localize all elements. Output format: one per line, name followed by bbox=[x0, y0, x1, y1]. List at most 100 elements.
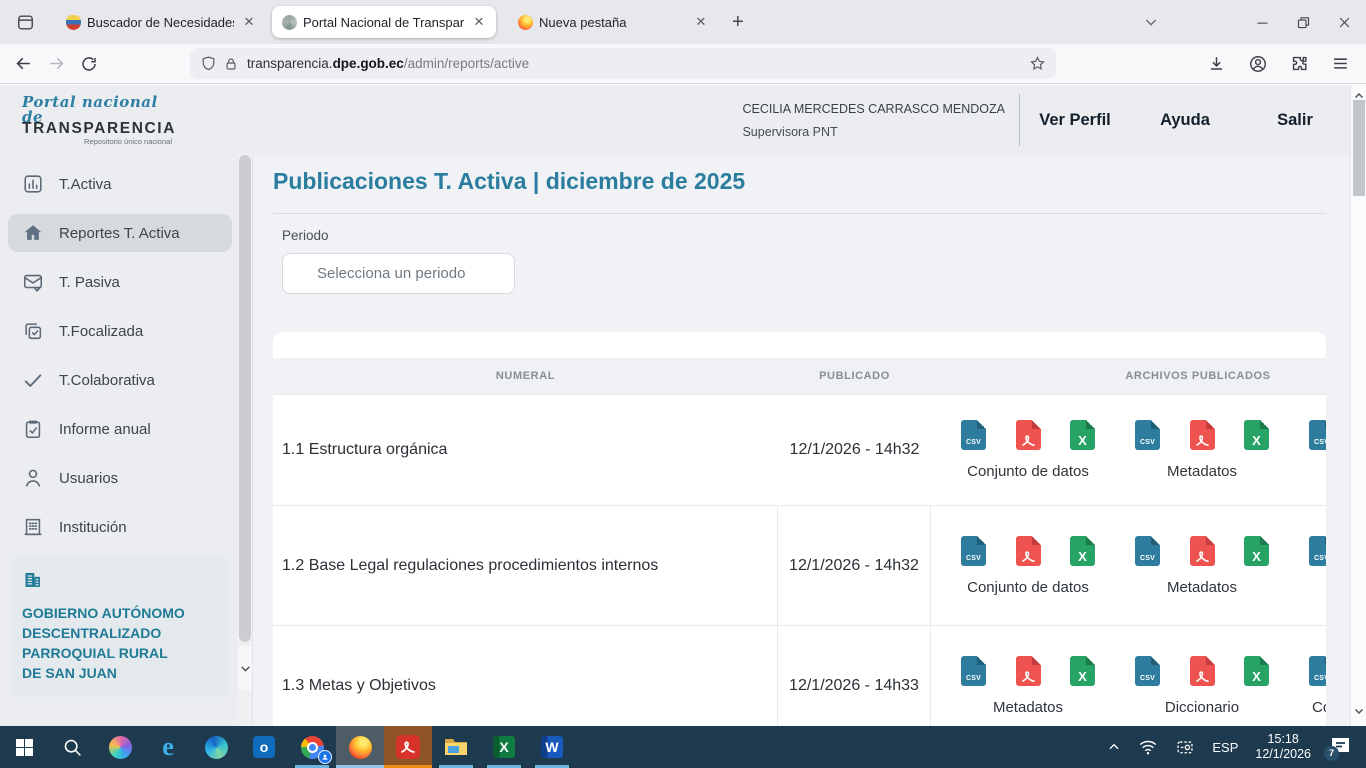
language-indicator[interactable]: ESP bbox=[1212, 740, 1238, 755]
sidebar-item-label: Institución bbox=[59, 519, 127, 536]
url-text: transparencia.dpe.gob.ec/admin/reports/a… bbox=[247, 56, 1029, 71]
sidebar-scrollbar-thumb[interactable] bbox=[239, 155, 251, 642]
pdf-file-icon[interactable] bbox=[1190, 536, 1215, 566]
sidebar-item-t-activa[interactable]: T.Activa bbox=[8, 165, 232, 203]
tab-close-icon[interactable]: ✕ bbox=[240, 14, 258, 30]
csv-file-icon[interactable]: CSV bbox=[1135, 420, 1160, 450]
notification-center-button[interactable]: 7 bbox=[1328, 735, 1354, 759]
sidebar-item-t-colaborativa[interactable]: T.Colaborativa bbox=[8, 361, 232, 399]
taskbar-edge-button[interactable] bbox=[192, 726, 240, 768]
pdf-file-icon[interactable] bbox=[1016, 420, 1041, 450]
taskbar-acrobat-button[interactable] bbox=[384, 726, 432, 768]
csv-file-icon[interactable]: CSV bbox=[1309, 420, 1326, 450]
taskbar-search-button[interactable] bbox=[48, 726, 96, 768]
sidebar-scrollbar[interactable] bbox=[238, 155, 252, 726]
tab-portal-transparencia[interactable]: Portal Nacional de Transparenci ✕ bbox=[272, 6, 496, 38]
bookmark-star-icon[interactable] bbox=[1029, 55, 1046, 72]
csv-file-icon[interactable]: CSV bbox=[961, 420, 986, 450]
archivos-cell: CSV X Conjunto de datos CSV bbox=[931, 506, 1326, 625]
tab-close-icon[interactable]: ✕ bbox=[692, 14, 710, 30]
url-bar[interactable]: transparencia.dpe.gob.ec/admin/reports/a… bbox=[190, 48, 1056, 79]
lock-icon[interactable] bbox=[223, 56, 239, 72]
period-label: Periodo bbox=[282, 228, 329, 243]
capture-device-icon[interactable] bbox=[1175, 738, 1195, 756]
browser-tab-bar: Buscador de Necesidades de Cc ✕ Portal N… bbox=[0, 0, 1366, 44]
sidebar-scroll-down-button[interactable] bbox=[238, 646, 252, 690]
back-icon[interactable] bbox=[14, 54, 33, 73]
taskbar-chrome-button[interactable] bbox=[288, 726, 336, 768]
tab-close-icon[interactable]: ✕ bbox=[470, 14, 488, 30]
help-button[interactable]: Ayuda bbox=[1130, 111, 1240, 130]
excel-file-icon[interactable]: X bbox=[1244, 536, 1269, 566]
forward-icon[interactable] bbox=[47, 54, 66, 73]
taskbar-internet-explorer-button[interactable]: e bbox=[144, 726, 192, 768]
csv-file-icon[interactable]: CSV bbox=[1309, 656, 1326, 686]
sidebar-item-t-focalizada[interactable]: T.Focalizada bbox=[8, 312, 232, 350]
clock[interactable]: 15:18 12/1/2026 bbox=[1255, 732, 1311, 762]
page-scrollbar-thumb[interactable] bbox=[1353, 100, 1365, 196]
firefox-favicon bbox=[518, 15, 533, 30]
csv-file-icon[interactable]: CSV bbox=[961, 536, 986, 566]
pdf-file-icon[interactable] bbox=[1190, 420, 1215, 450]
minimize-icon[interactable] bbox=[1255, 15, 1270, 30]
sidebar-item-informe-anual[interactable]: Informe anual bbox=[8, 410, 232, 448]
restore-icon[interactable] bbox=[1296, 15, 1311, 30]
file-group-label bbox=[1309, 463, 1326, 480]
taskbar-file-explorer-button[interactable] bbox=[432, 726, 480, 768]
tray-expand-icon[interactable] bbox=[1107, 740, 1121, 754]
edge-icon bbox=[205, 736, 228, 759]
account-icon[interactable] bbox=[1248, 54, 1268, 74]
logout-button[interactable]: Salir bbox=[1240, 111, 1350, 130]
start-button[interactable] bbox=[0, 726, 48, 768]
excel-icon: X bbox=[493, 736, 515, 758]
file-group: CSV X bbox=[1309, 536, 1326, 596]
csv-file-icon[interactable]: CSV bbox=[961, 656, 986, 686]
close-window-icon[interactable] bbox=[1337, 15, 1352, 30]
csv-file-icon[interactable]: CSV bbox=[1135, 656, 1160, 686]
firefox-view-icon[interactable] bbox=[10, 7, 40, 37]
browser-toolbar: transparencia.dpe.gob.ec/admin/reports/a… bbox=[0, 44, 1366, 84]
pdf-file-icon[interactable] bbox=[1016, 536, 1041, 566]
wifi-icon[interactable] bbox=[1138, 738, 1158, 756]
scroll-down-icon[interactable] bbox=[1353, 705, 1365, 717]
tab-nueva-pestana[interactable]: Nueva pestaña ✕ bbox=[508, 6, 718, 38]
institution-selector[interactable]: GOBIERNO AUTÓNOMO DESCENTRALIZADO PARROQ… bbox=[12, 557, 228, 697]
tab-buscador[interactable]: Buscador de Necesidades de Cc ✕ bbox=[56, 6, 266, 38]
sidebar-item-reportes-t-activa[interactable]: Reportes T. Activa bbox=[8, 214, 232, 252]
view-profile-button[interactable]: Ver Perfil bbox=[1020, 111, 1130, 130]
excel-file-icon[interactable]: X bbox=[1070, 420, 1095, 450]
pdf-file-icon[interactable] bbox=[1190, 656, 1215, 686]
extensions-icon[interactable] bbox=[1290, 54, 1309, 73]
taskbar-firefox-button[interactable] bbox=[336, 726, 384, 768]
excel-file-icon[interactable]: X bbox=[1070, 536, 1095, 566]
table-row: 1.2 Base Legal regulaciones procedimient… bbox=[273, 505, 1326, 625]
excel-file-icon[interactable]: X bbox=[1070, 656, 1095, 686]
tab-title: Buscador de Necesidades de Cc bbox=[87, 15, 234, 30]
taskbar-excel-button[interactable]: X bbox=[480, 726, 528, 768]
csv-file-icon[interactable]: CSV bbox=[1309, 536, 1326, 566]
taskbar-copilot-button[interactable] bbox=[96, 726, 144, 768]
sidebar-item-t-pasiva[interactable]: T. Pasiva bbox=[8, 263, 232, 301]
menu-icon[interactable] bbox=[1331, 54, 1350, 73]
sidebar-item-usuarios[interactable]: Usuarios bbox=[8, 459, 232, 497]
downloads-icon[interactable] bbox=[1207, 54, 1226, 73]
pdf-file-icon[interactable] bbox=[1016, 656, 1041, 686]
clipboard-check-icon bbox=[22, 418, 44, 440]
excel-file-icon[interactable]: X bbox=[1244, 656, 1269, 686]
reload-icon[interactable] bbox=[80, 55, 98, 73]
time: 15:18 bbox=[1255, 732, 1311, 747]
column-header-numeral: NUMERAL bbox=[273, 370, 778, 382]
csv-file-icon[interactable]: CSV bbox=[1135, 536, 1160, 566]
sidebar-item-institucion[interactable]: Institución bbox=[8, 508, 232, 546]
institution-name: GOBIERNO AUTÓNOMO DESCENTRALIZADO PARROQ… bbox=[22, 603, 218, 683]
ecuador-crest-favicon bbox=[66, 15, 81, 30]
shield-icon[interactable] bbox=[200, 55, 217, 72]
file-group-label: Metadatos bbox=[1135, 579, 1269, 596]
excel-file-icon[interactable]: X bbox=[1244, 420, 1269, 450]
taskbar-outlook-button[interactable]: o bbox=[240, 726, 288, 768]
page-scrollbar[interactable] bbox=[1350, 85, 1366, 726]
list-all-tabs-icon[interactable] bbox=[1143, 14, 1159, 30]
period-select[interactable]: Selecciona un periodo bbox=[282, 253, 515, 294]
taskbar-word-button[interactable]: W bbox=[528, 726, 576, 768]
new-tab-button[interactable]: + bbox=[732, 11, 744, 34]
